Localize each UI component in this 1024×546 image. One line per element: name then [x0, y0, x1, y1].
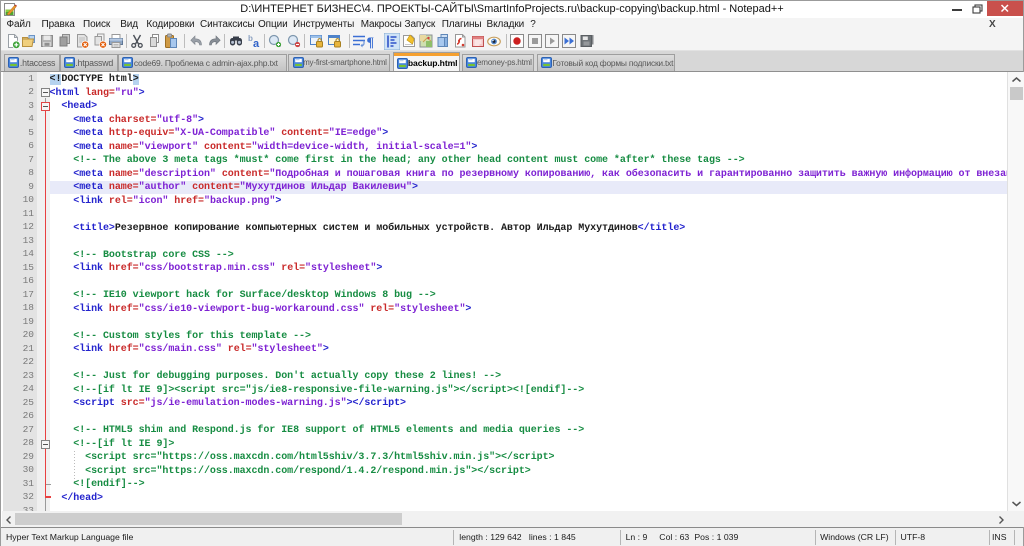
svg-text:a: a — [253, 38, 260, 49]
svg-text:¶: ¶ — [367, 36, 375, 50]
